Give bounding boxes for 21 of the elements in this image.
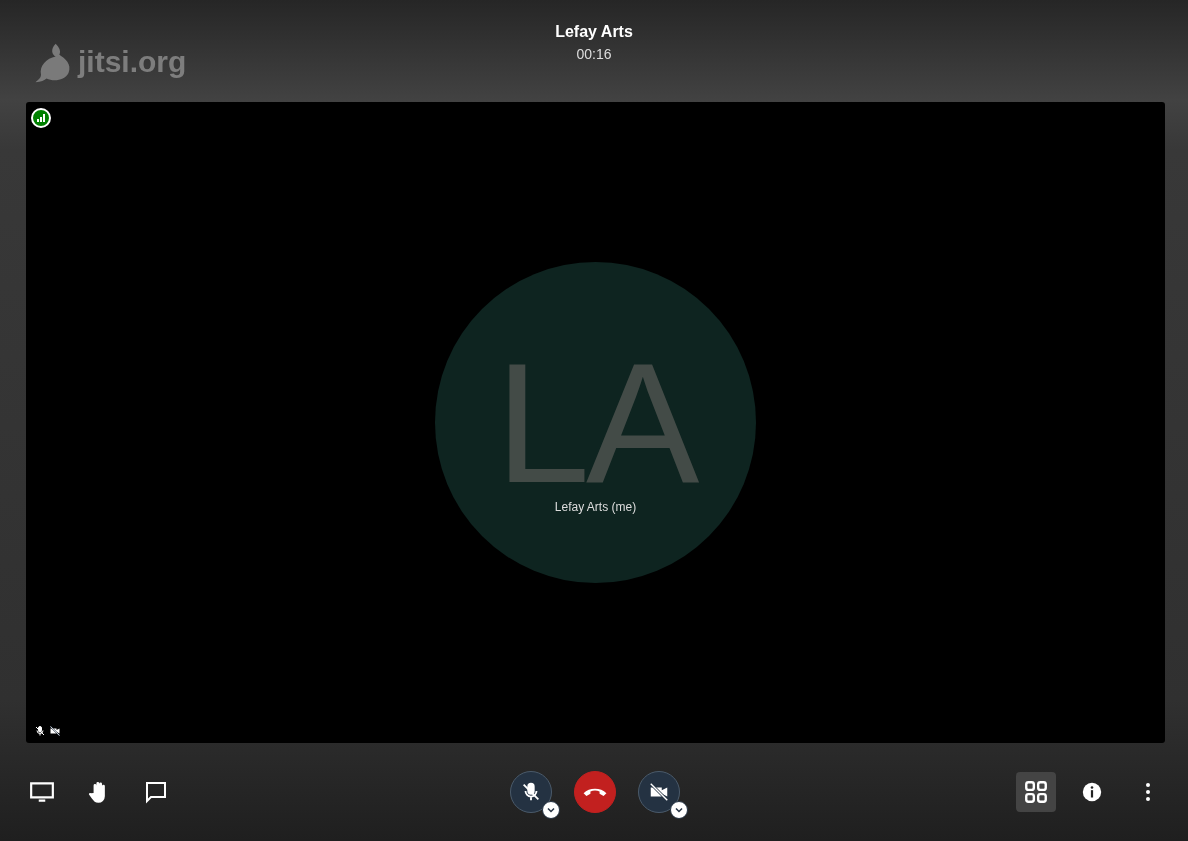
call-timer: 00:16: [576, 46, 612, 62]
participant-name: Lefay Arts (me): [554, 500, 637, 514]
meeting-title: Lefay Arts: [555, 23, 633, 41]
info-icon: [1081, 781, 1103, 803]
signal-bars-icon: [36, 113, 46, 123]
muted-microphone-icon: [520, 781, 542, 803]
logo-text: jitsi.org: [78, 45, 187, 79]
more-icon: [1146, 783, 1150, 801]
grid-icon: [1023, 779, 1049, 805]
muted-microphone-icon: [34, 725, 46, 737]
camera-off-icon: [49, 725, 61, 737]
camera-off-icon: [648, 781, 670, 803]
hang-up-button[interactable]: [574, 771, 616, 813]
tile-view-button[interactable]: [1016, 772, 1056, 812]
camera-button[interactable]: [638, 771, 680, 813]
video-options-button[interactable]: [670, 801, 688, 819]
audio-options-button[interactable]: [542, 801, 560, 819]
speech-bubble-icon: [144, 780, 168, 804]
phone-icon: [583, 788, 607, 796]
monitor-icon: [29, 779, 55, 805]
microphone-button[interactable]: [510, 771, 552, 813]
